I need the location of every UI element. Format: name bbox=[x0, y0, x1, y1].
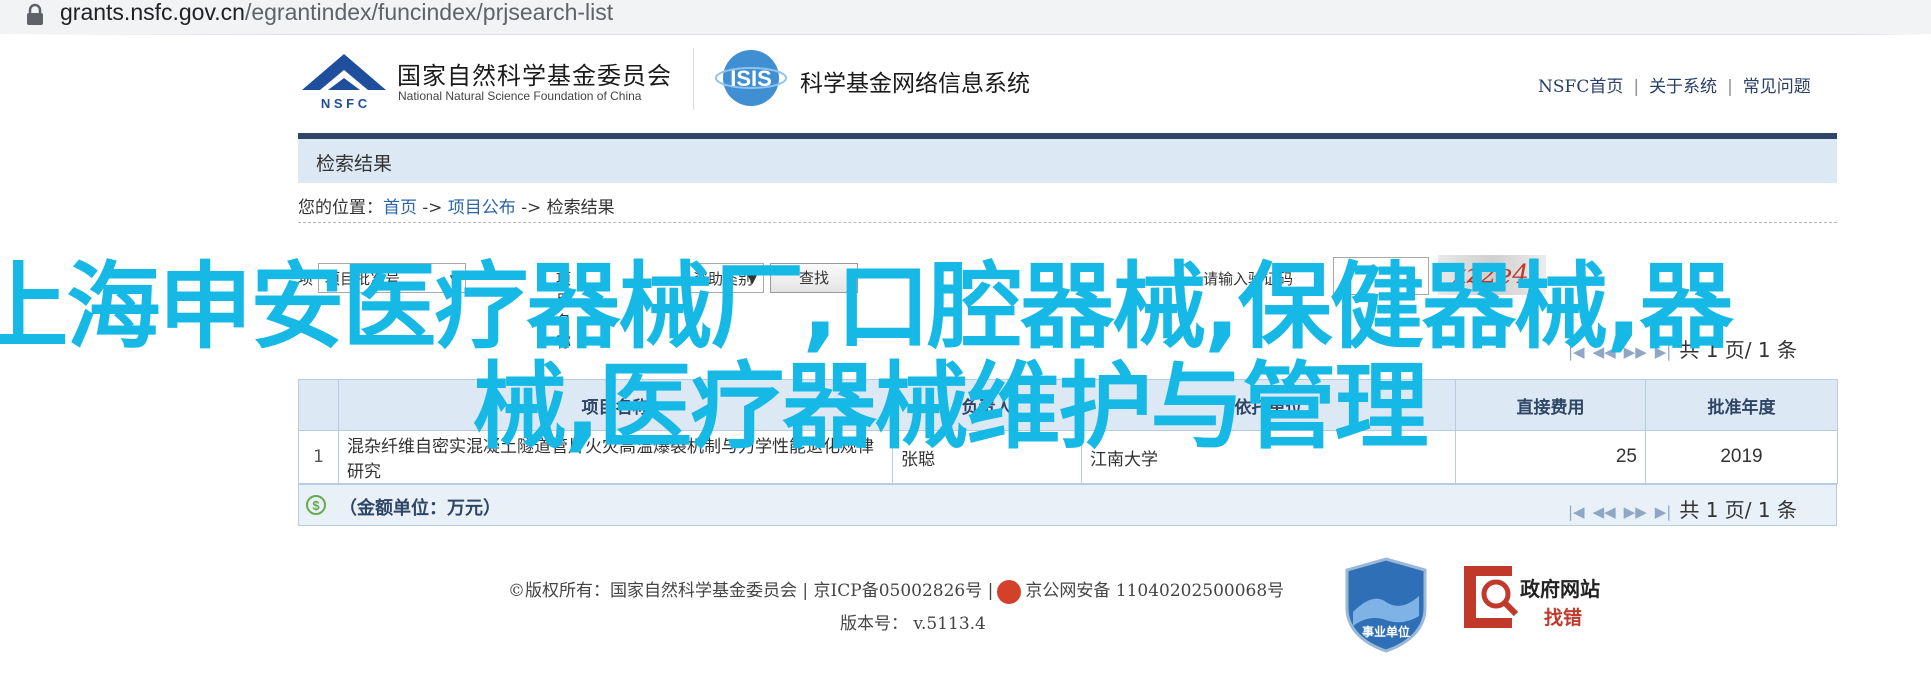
prev-page-icon[interactable]: ◀◀ bbox=[1593, 503, 1616, 521]
breadcrumb: 您的位置：首页 -> 项目公布 -> 检索结果 bbox=[298, 193, 615, 218]
breadcrumb-home[interactable]: 首页 bbox=[383, 198, 417, 218]
first-page-icon[interactable]: |◀ bbox=[1568, 503, 1585, 521]
next-page-icon[interactable]: ▶▶ bbox=[1624, 343, 1647, 361]
nsfc-logo-text: N S F C bbox=[321, 96, 368, 111]
system-title: 科学基金网络信息系统 bbox=[800, 71, 1030, 97]
pager-total: 共 1 页/ 1 条 bbox=[1679, 338, 1797, 362]
edge-fade-left bbox=[0, 34, 300, 685]
breadcrumb-sep: -> bbox=[515, 198, 547, 218]
form-label-start: 项 bbox=[298, 270, 314, 288]
nav-separator: | bbox=[1633, 77, 1640, 97]
pager-total: 共 1 页/ 1 条 bbox=[1679, 498, 1797, 522]
form-label-name: 项目名称 bbox=[556, 270, 572, 351]
nav-about-system[interactable]: 关于系统 bbox=[1649, 77, 1717, 97]
police-badge-icon bbox=[997, 579, 1022, 604]
row-index: 1 bbox=[298, 430, 339, 484]
nav-nsfc-home[interactable]: NSFC首页 bbox=[1538, 77, 1623, 97]
header-divider bbox=[693, 48, 694, 110]
copyright-text: ©版权所有：国家自然科学基金委员会 | 京ICP备05002826号 | bbox=[508, 581, 994, 601]
row-cost: 25 bbox=[1455, 430, 1646, 484]
police-record-link[interactable]: 京公网安备 11040202500068号 bbox=[1025, 581, 1284, 601]
url-text[interactable]: grants.nsfc.gov.cn/egrantindex/funcindex… bbox=[60, 0, 613, 28]
col-header-cost[interactable]: 直接费用 bbox=[1455, 379, 1646, 431]
table-row[interactable]: 1 混杂纤维自密实混凝土隧道管片火灾高温爆裂机制与力学性能退化规律研究 张聪 江… bbox=[298, 430, 1838, 484]
url-host: grants.nsfc.gov.cn bbox=[60, 0, 245, 25]
last-page-icon[interactable]: ▶| bbox=[1655, 343, 1672, 361]
edge-fade-right bbox=[1851, 34, 1931, 685]
breadcrumb-project-announce[interactable]: 项目公布 bbox=[448, 198, 516, 218]
captcha-label: 请输入验证码 bbox=[1203, 270, 1294, 288]
row-year: 2019 bbox=[1645, 430, 1838, 484]
amount-unit-label: （金额单位：万元） bbox=[339, 498, 501, 519]
last-page-icon[interactable]: ▶| bbox=[1655, 503, 1672, 521]
browser-address-bar[interactable]: grants.nsfc.gov.cn/egrantindex/funcindex… bbox=[0, 0, 1931, 35]
select-funding-type-value: 资助类别 bbox=[693, 270, 754, 288]
row-title[interactable]: 混杂纤维自密实混凝土隧道管片火灾高温爆裂机制与力学性能退化规律研究 bbox=[338, 430, 893, 484]
results-title: 检索结果 bbox=[316, 153, 393, 175]
org-name-cn: 国家自然科学基金委员会 bbox=[397, 62, 672, 90]
nav-faq[interactable]: 常见问题 bbox=[1743, 77, 1811, 97]
isis-logo[interactable]: ISIS bbox=[715, 46, 791, 110]
url-path: /egrantindex/funcindex/prjsearch-list bbox=[244, 0, 614, 25]
pager-top: |◀ ◀◀ ▶▶ ▶| 共 1 页/ 1 条 bbox=[1568, 334, 1797, 363]
money-icon: $ bbox=[306, 495, 326, 515]
search-button[interactable]: 查找 bbox=[770, 263, 858, 293]
breadcrumb-sep: -> bbox=[417, 198, 448, 218]
version-text: 版本号： v.5113.4 bbox=[840, 614, 986, 634]
org-name-en: National Natural Science Foundation of C… bbox=[398, 89, 642, 103]
nav-separator: | bbox=[1727, 77, 1733, 97]
col-header-year[interactable]: 批准年度 bbox=[1645, 379, 1838, 431]
chevron-down-icon: ▼ bbox=[747, 272, 757, 286]
captcha-image[interactable]: xz2e4 bbox=[1438, 255, 1546, 295]
col-header-title[interactable]: 项目名称 bbox=[338, 379, 893, 431]
row-org: 江南大学 bbox=[1081, 430, 1456, 484]
lock-icon bbox=[27, 3, 43, 25]
gov-site-report-error[interactable]: 找错 bbox=[1544, 603, 1582, 630]
col-header-index bbox=[298, 379, 339, 431]
dashed-divider bbox=[298, 222, 1837, 223]
captcha-input[interactable] bbox=[1333, 257, 1429, 295]
table-header-row: 项目名称 负责人 依托单位 直接费用 批准年度 bbox=[298, 379, 1838, 431]
breadcrumb-current: 检索结果 bbox=[546, 198, 615, 218]
shield-label: 事业单位 bbox=[1362, 624, 1410, 639]
select-funding-type[interactable]: 资助类别 ▼ bbox=[686, 263, 764, 293]
results-header: 检索结果 bbox=[298, 139, 1837, 183]
first-page-icon[interactable]: |◀ bbox=[1568, 343, 1585, 361]
select-project-number-value: 项目批准号 bbox=[325, 270, 401, 288]
chevron-down-icon: ▼ bbox=[449, 272, 459, 286]
gov-site-title[interactable]: 政府网站 bbox=[1520, 573, 1600, 602]
breadcrumb-prefix: 您的位置： bbox=[298, 198, 383, 218]
institution-shield-icon[interactable]: 事业单位 bbox=[1343, 556, 1429, 654]
select-project-number[interactable]: 项目批准号 ▼ bbox=[318, 263, 466, 293]
results-table: 项目名称 负责人 依托单位 直接费用 批准年度 1 混杂纤维自密实混凝土隧道管片… bbox=[298, 379, 1838, 484]
isis-logo-text: ISIS bbox=[730, 66, 772, 91]
next-page-icon[interactable]: ▶▶ bbox=[1624, 503, 1647, 521]
prev-page-icon[interactable]: ◀◀ bbox=[1593, 343, 1616, 361]
nsfc-logo[interactable]: N S F C bbox=[298, 50, 390, 112]
top-nav: NSFC首页 | 关于系统 | 常见问题 bbox=[1538, 72, 1811, 97]
copyright-line: ©版权所有：国家自然科学基金委员会 | 京ICP备05002826号 | 京公网安… bbox=[508, 576, 1284, 604]
row-leader: 张聪 bbox=[892, 430, 1082, 484]
col-header-leader[interactable]: 负责人 bbox=[892, 379, 1082, 431]
pager-bottom: |◀ ◀◀ ▶▶ ▶| 共 1 页/ 1 条 bbox=[1568, 494, 1797, 523]
svg-text:$: $ bbox=[312, 498, 320, 513]
col-header-org[interactable]: 依托单位 bbox=[1081, 379, 1456, 431]
